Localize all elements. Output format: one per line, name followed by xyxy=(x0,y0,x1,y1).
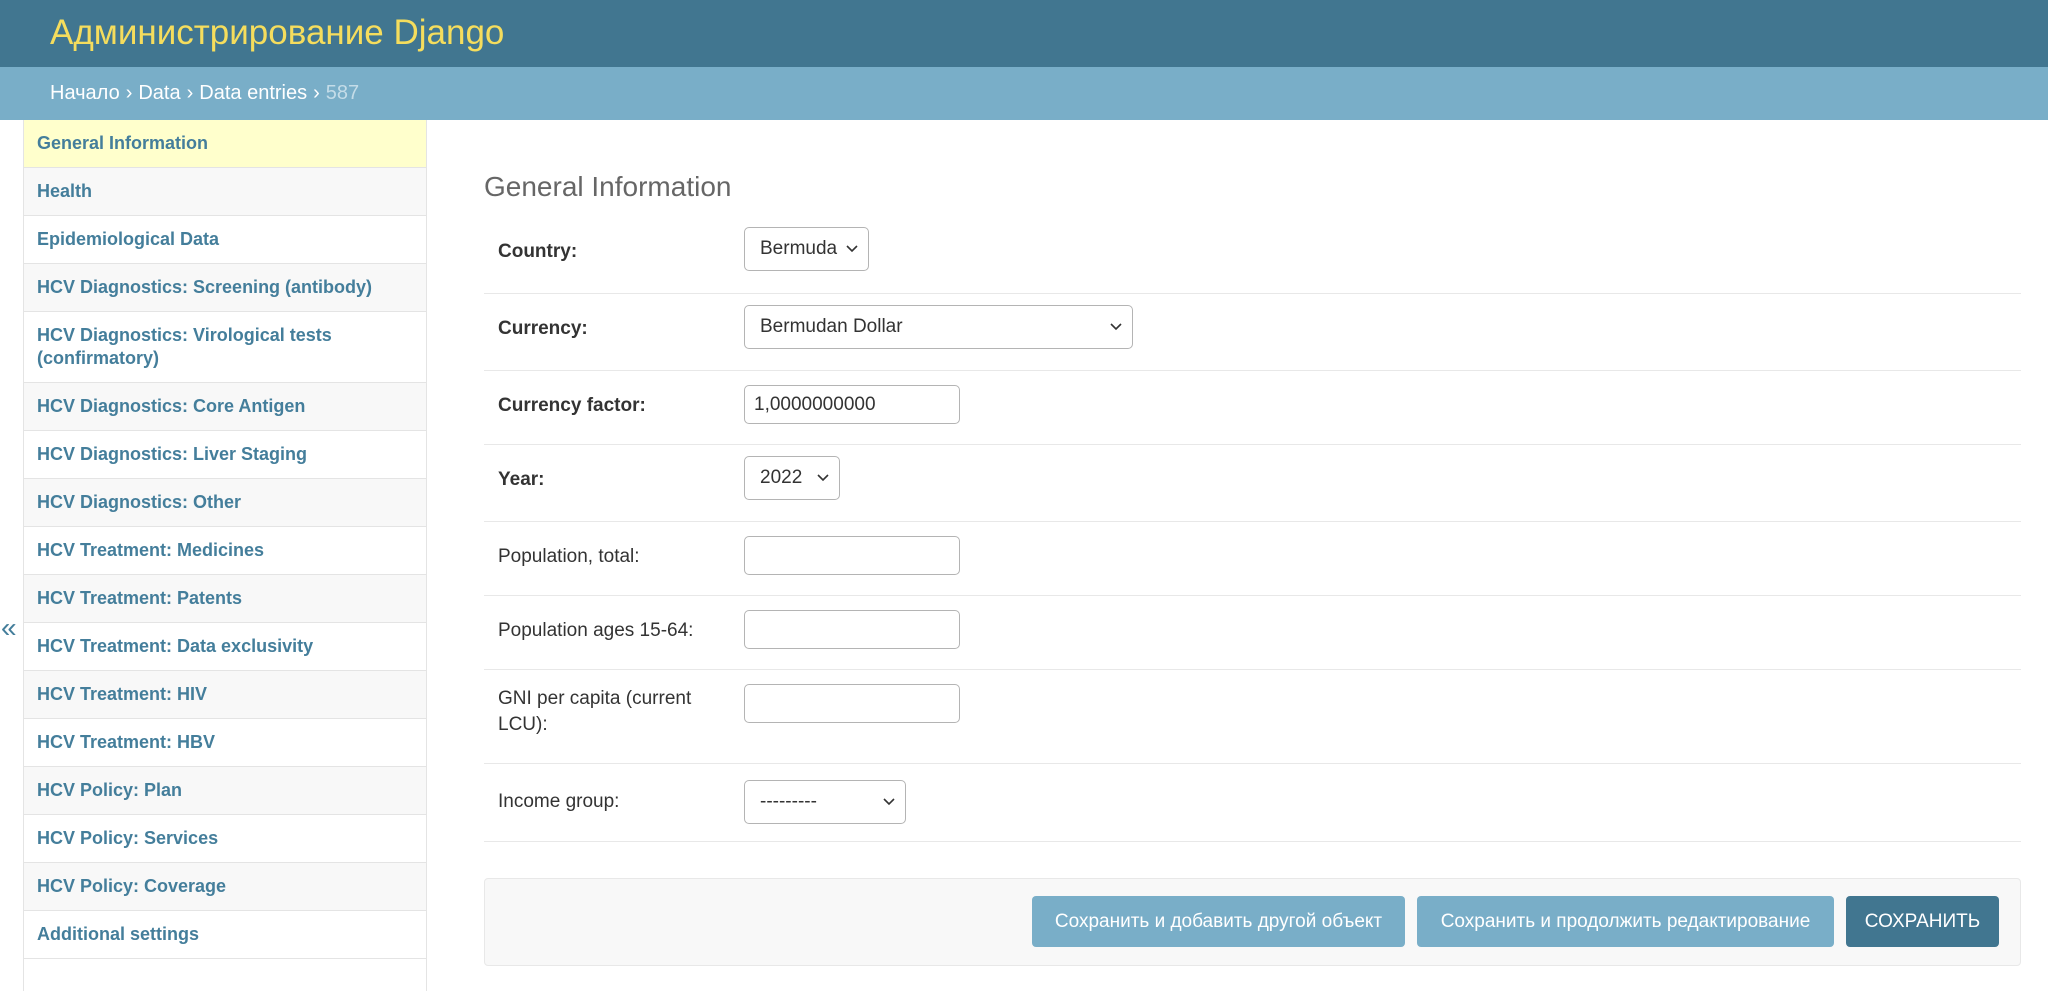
country-select-value: Bermuda xyxy=(760,238,838,259)
fieldset-title: General Information xyxy=(484,171,732,203)
year-select[interactable]: 2022 xyxy=(744,456,840,500)
currency-select[interactable]: Bermudan Dollar xyxy=(744,305,1133,349)
currency-factor-label: Currency factor: xyxy=(498,395,646,416)
population-total-input[interactable] xyxy=(744,536,960,575)
gni-per-capita-label: GNI per capita (current LCU): xyxy=(498,688,692,735)
sidebar-item-hcv-diagnostics-other[interactable]: HCV Diagnostics: Other xyxy=(24,479,426,527)
sidebar-collapse-toggle[interactable]: « xyxy=(0,120,24,991)
breadcrumb-current: 587 xyxy=(325,82,360,104)
income-group-select[interactable]: --------- xyxy=(744,780,906,824)
save-button[interactable]: Сохранить xyxy=(1846,896,1999,947)
sidebar-item-general-information[interactable]: General Information xyxy=(24,120,426,168)
country-label: Country: xyxy=(498,241,578,262)
form-row-income-group: Income group: --------- xyxy=(484,764,2021,842)
sidebar-item-hcv-treatment-patents[interactable]: HCV Treatment: Patents xyxy=(24,575,426,623)
population-total-label: Population, total: xyxy=(498,546,640,567)
currency-select-value: Bermudan Dollar xyxy=(760,316,903,337)
population-15-64-input[interactable] xyxy=(744,610,960,649)
save-and-continue-button[interactable]: Сохранить и продолжить редактирование xyxy=(1417,896,1834,947)
chevron-down-icon xyxy=(883,798,895,806)
chevron-down-icon xyxy=(846,245,858,253)
population-15-64-label: Population ages 15-64: xyxy=(498,620,694,641)
header: Администрирование Django xyxy=(0,0,2048,67)
form-row-gni-per-capita: GNI per capita (current LCU): xyxy=(484,670,2021,764)
form-row-currency-factor: Currency factor: xyxy=(484,371,2021,445)
form-row-population-total: Population, total: xyxy=(484,522,2021,596)
breadcrumb-separator: › xyxy=(186,82,194,104)
country-select[interactable]: Bermuda xyxy=(744,227,869,271)
income-group-select-value: --------- xyxy=(760,791,817,812)
sidebar-item-hcv-diagnostics-core-antigen[interactable]: HCV Diagnostics: Core Antigen xyxy=(24,383,426,431)
sidebar-item-hcv-diagnostics-virological[interactable]: HCV Diagnostics: Virological tests (conf… xyxy=(24,312,426,383)
breadcrumb-separator: › xyxy=(125,82,133,104)
sidebar-item-additional-settings[interactable]: Additional settings xyxy=(24,911,426,959)
year-label: Year: xyxy=(498,469,545,490)
currency-label: Currency: xyxy=(498,318,588,339)
breadcrumb: Начало › Data › Data entries › 587 xyxy=(0,67,2048,120)
sidebar-item-epidemiological-data[interactable]: Epidemiological Data xyxy=(24,216,426,264)
breadcrumb-separator: › xyxy=(313,82,320,104)
chevron-down-icon xyxy=(817,474,829,482)
save-and-add-another-button[interactable]: Сохранить и добавить другой объект xyxy=(1032,896,1405,947)
currency-factor-input[interactable] xyxy=(744,385,960,424)
double-chevron-left-icon[interactable]: « xyxy=(1,614,17,642)
sidebar-item-hcv-policy-plan[interactable]: HCV Policy: Plan xyxy=(24,767,426,815)
sidebar-item-hcv-treatment-data-exclusivity[interactable]: HCV Treatment: Data exclusivity xyxy=(24,623,426,671)
gni-per-capita-input[interactable] xyxy=(744,684,960,723)
sidebar-item-hcv-treatment-hbv[interactable]: HCV Treatment: HBV xyxy=(24,719,426,767)
sidebar-item-hcv-treatment-hiv[interactable]: HCV Treatment: HIV xyxy=(24,671,426,719)
site-title[interactable]: Администрирование Django xyxy=(50,12,504,54)
sidebar-item-hcv-policy-coverage[interactable]: HCV Policy: Coverage xyxy=(24,863,426,911)
submit-row: Сохранить и добавить другой объект Сохра… xyxy=(484,878,2021,966)
sidebar-item-hcv-diagnostics-screening[interactable]: HCV Diagnostics: Screening (antibody) xyxy=(24,264,426,312)
form-row-country: Country: Bermuda xyxy=(484,217,2021,294)
form-row-currency: Currency: Bermudan Dollar xyxy=(484,294,2021,371)
sidebar-item-health[interactable]: Health xyxy=(24,168,426,216)
breadcrumb-home[interactable]: Начало xyxy=(50,82,120,104)
income-group-label: Income group: xyxy=(498,791,620,812)
sidebar-item-hcv-policy-services[interactable]: HCV Policy: Services xyxy=(24,815,426,863)
sidebar-nav: General Information Health Epidemiologic… xyxy=(24,120,427,991)
sidebar-item-hcv-diagnostics-liver-staging[interactable]: HCV Diagnostics: Liver Staging xyxy=(24,431,426,479)
breadcrumb-app[interactable]: Data xyxy=(138,82,180,104)
chevron-down-icon xyxy=(1110,323,1122,331)
breadcrumb-model[interactable]: Data entries xyxy=(199,82,307,104)
sidebar-item-hcv-treatment-medicines[interactable]: HCV Treatment: Medicines xyxy=(24,527,426,575)
year-select-value: 2022 xyxy=(760,467,803,488)
form-row-population-15-64: Population ages 15-64: xyxy=(484,596,2021,670)
form-row-year: Year: 2022 xyxy=(484,445,2021,522)
